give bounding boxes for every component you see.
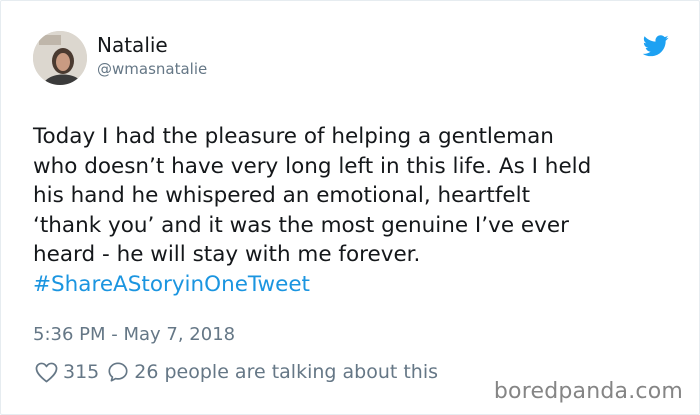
tweet-line: heard - he will stay with me forever. [33,242,421,267]
tweet-line: his hand he whispered an emotional, hear… [33,183,531,208]
author-handle[interactable]: @wmasnatalie [97,59,207,79]
twitter-bird-icon[interactable] [642,35,669,57]
heart-outline-icon [35,362,58,382]
like-button[interactable]: 315 [35,359,107,385]
tweet-timestamp[interactable]: 5:36 PM - May 7, 2018 [33,323,235,347]
conversation-count: 26 people are talking about this [134,361,439,383]
hashtag-link[interactable]: #ShareAStoryinOneTweet [33,270,673,300]
speech-bubble-icon [108,362,128,382]
like-count: 315 [63,361,100,383]
reply-button[interactable]: 26 people are talking about this [107,359,438,385]
engagement-bar: 315 26 people are talking about this [35,359,438,385]
author-name[interactable]: Natalie [97,33,168,57]
avatar-photo [33,31,87,85]
tweet-line: Today I had the pleasure of helping a ge… [33,124,554,149]
tweet-text: Today I had the pleasure of helping a ge… [33,122,673,299]
watermark: boredpanda.com [493,379,683,404]
tweet-line: ‘thank you’ and it was the most genuine … [33,212,569,238]
avatar[interactable] [33,31,87,85]
tweet-card: Natalie @wmasnatalie Today I had the ple… [0,0,700,415]
tweet-line: who doesn’t have very long left in this … [33,153,592,179]
